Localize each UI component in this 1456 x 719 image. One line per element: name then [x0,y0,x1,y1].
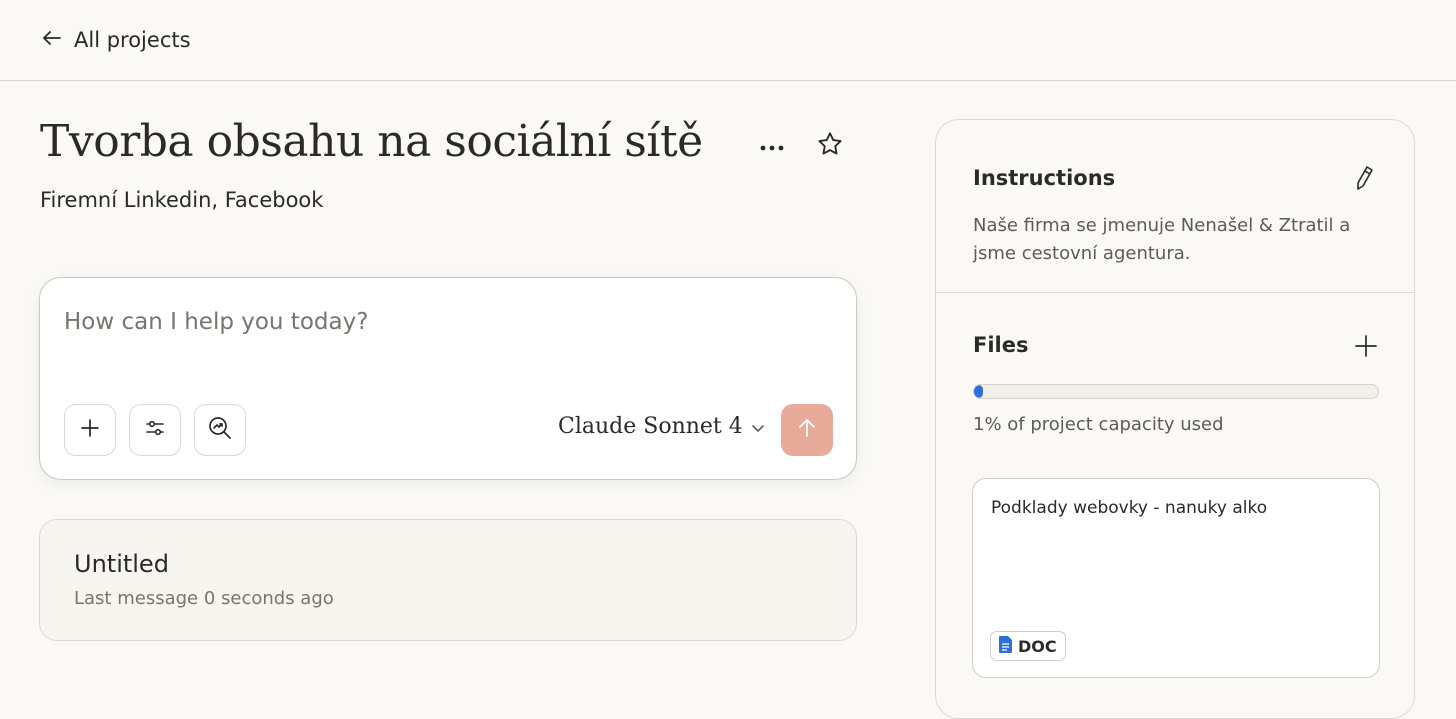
page-title: Tvorba obsahu na sociální sítě [40,116,703,167]
chat-list-item[interactable]: Untitled Last message 0 seconds ago [39,519,857,641]
plus-icon [79,417,101,443]
arrow-up-icon [796,417,818,443]
file-card[interactable]: Podklady webovky - nanuky alko DOC [972,478,1380,678]
capacity-progress-fill [974,385,983,398]
star-icon [816,130,844,162]
capacity-progress-bar [973,384,1379,399]
message-input[interactable] [64,302,824,342]
pencil-icon [1352,164,1376,196]
instructions-text: Naše firma se jmenuje Nenašel & Ztratil … [973,215,1351,264]
back-to-projects-link[interactable]: All projects [40,26,191,55]
file-type-label: DOC [1018,636,1057,656]
message-composer: Claude Sonnet 4 [39,277,857,480]
arrow-left-icon [40,26,64,55]
tools-button[interactable] [129,404,181,456]
project-description: Firemní Linkedin, Facebook [40,188,324,212]
file-type-badge: DOC [990,631,1066,661]
sliders-icon [144,417,166,443]
send-button[interactable] [781,404,833,456]
project-side-panel: Instructions Naše firma se jmenuje Nenaš… [935,119,1415,719]
favorite-button[interactable] [810,126,850,166]
files-heading: Files [973,333,1029,357]
more-options-button[interactable] [752,126,792,166]
top-bar: All projects [0,0,1456,81]
chevron-down-icon [751,414,765,439]
document-icon [999,635,1012,657]
plus-icon [1354,334,1378,362]
model-name: Claude Sonnet 4 [558,414,743,439]
ellipsis-icon [759,137,785,156]
chat-title: Untitled [74,550,169,578]
panel-divider [936,292,1414,293]
file-name: Podklady webovky - nanuky alko [991,498,1268,518]
chat-last-message-time: Last message 0 seconds ago [74,588,334,609]
add-file-button[interactable] [1350,332,1382,364]
research-button[interactable] [194,404,246,456]
attach-button[interactable] [64,404,116,456]
edit-instructions-button[interactable] [1348,164,1380,196]
search-trend-icon [207,415,233,445]
instructions-heading: Instructions [973,166,1116,190]
capacity-text: 1% of project capacity used [973,414,1224,435]
back-link-label: All projects [74,28,191,52]
title-actions [752,126,850,166]
model-selector[interactable]: Claude Sonnet 4 [558,414,765,439]
